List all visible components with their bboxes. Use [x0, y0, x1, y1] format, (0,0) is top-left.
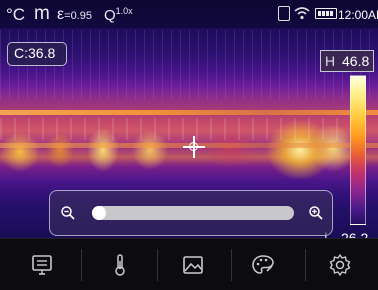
center-temperature: C:36.8: [7, 42, 67, 66]
gallery-button[interactable]: [156, 239, 230, 290]
zoom-slider-panel: [49, 190, 333, 236]
measure-button[interactable]: [83, 239, 157, 290]
zoom-value: 1.0x: [115, 6, 133, 16]
bottom-toolbar: [0, 238, 378, 290]
thermometer-icon: [115, 254, 125, 276]
wifi-icon: [294, 7, 310, 20]
clock: 12:00AM: [338, 8, 378, 22]
settings-button[interactable]: [303, 239, 377, 290]
center-crosshair-icon: [183, 136, 205, 158]
measure-mode: m: [34, 3, 50, 24]
thermal-rail: [0, 110, 378, 115]
emissivity-value: =0.95: [64, 10, 92, 22]
crosshair-ring: [189, 142, 198, 151]
max-temperature: H 46.8: [320, 50, 374, 72]
temperature-unit: °C: [6, 5, 26, 24]
menu-icon: [32, 255, 52, 275]
palette-icon: [252, 255, 274, 274]
zoom-slider-track[interactable]: [92, 206, 294, 220]
palette-scale-bar: [350, 75, 366, 225]
status-bar: °C m ε=0.95 Q1.0x 12:00AM: [0, 0, 378, 28]
settings-icon: [329, 254, 351, 276]
battery-icon: [315, 8, 337, 19]
sd-card-icon: [278, 6, 290, 21]
max-value: 46.8: [342, 53, 370, 69]
max-label: H: [325, 53, 336, 69]
zoom-slider-handle[interactable]: [92, 206, 106, 220]
zoom-in-icon[interactable]: [308, 205, 324, 221]
toolbar-divider: [81, 249, 82, 281]
image-icon: [183, 256, 203, 274]
thermal-camera-screen: °C m ε=0.95 Q1.0x 12:00AM C:36.8 H 46.8 …: [0, 0, 378, 290]
zoom-symbol: Q: [104, 7, 116, 24]
palette-button[interactable]: [226, 239, 300, 290]
menu-button[interactable]: [5, 239, 79, 290]
zoom-indicator: Q1.0x: [104, 6, 133, 24]
emissivity: ε=0.95: [57, 6, 92, 24]
zoom-out-icon[interactable]: [60, 205, 76, 221]
